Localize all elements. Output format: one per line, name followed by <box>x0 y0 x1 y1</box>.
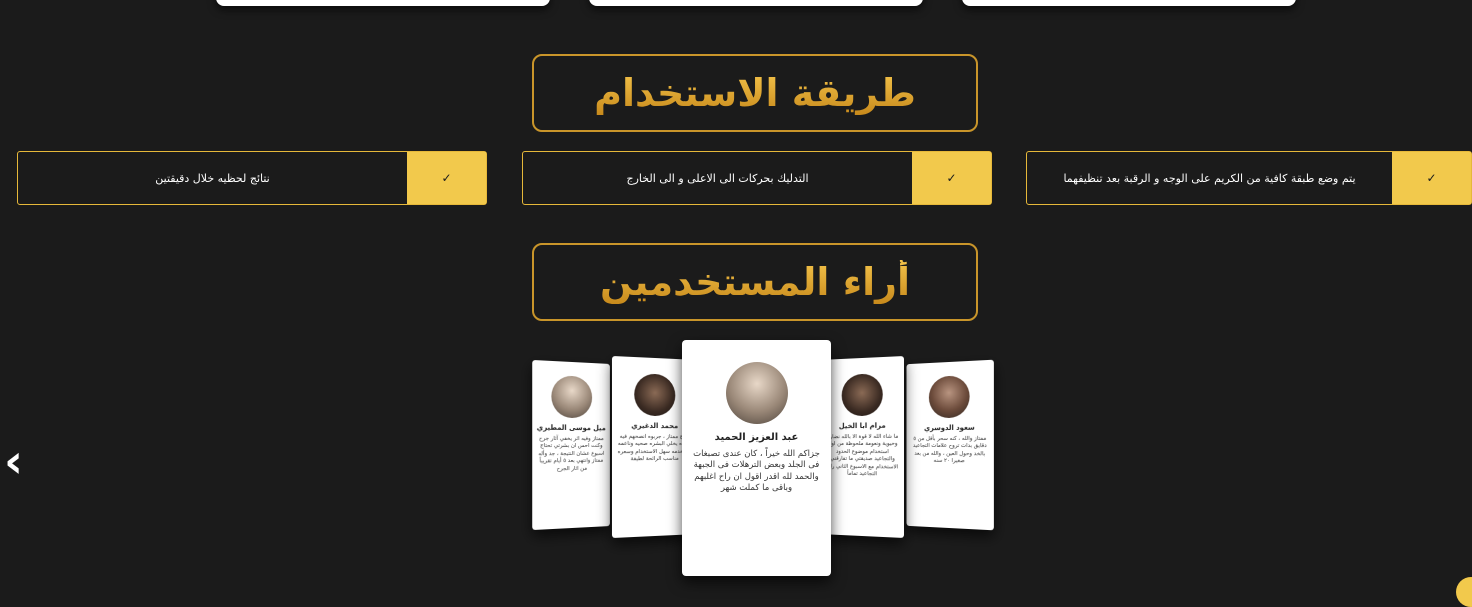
previous-section-card <box>216 0 550 6</box>
scroll-top-button[interactable] <box>1456 577 1472 607</box>
avatar <box>928 375 970 419</box>
review-card-active[interactable]: عبد العزيز الحميد جزاكم الله خيراً ، كان… <box>682 340 831 576</box>
avatar <box>551 375 593 419</box>
usage-step: التدليك بحركات الى الاعلى و الى الخارج ✓ <box>522 151 992 205</box>
check-icon: ✓ <box>407 152 486 204</box>
review-name: محمد الدغيري <box>631 421 679 431</box>
avatar <box>634 373 676 417</box>
avatar <box>841 373 883 417</box>
usage-step: نتائج لحظيه خلال دقيقتين ✓ <box>17 151 487 205</box>
previous-section-card <box>962 0 1296 6</box>
step-text: نتائج لحظيه خلال دقيقتين <box>155 171 270 185</box>
step-text: التدليك بحركات الى الاعلى و الى الخارج <box>626 171 809 185</box>
usage-section-title: طريقة الاستخدام <box>532 54 978 132</box>
check-icon: ✓ <box>912 152 991 204</box>
review-card[interactable]: ميل موسى المطيري ممتاز وفيه اثر يخفي آثا… <box>532 359 610 531</box>
reviews-section-title: أراء المستخدمين <box>532 243 978 321</box>
review-text: منتج ممتاز ، جربوه انصحهم فيه بشده يخلي … <box>617 433 692 463</box>
avatar <box>725 362 788 424</box>
step-text: يتم وضع طبقة كافية من الكريم على الوجه و… <box>1063 171 1356 185</box>
previous-section-card <box>589 0 923 6</box>
review-card[interactable]: مرام ابا الخيل ما شاء الله لا قوة الا با… <box>821 356 904 538</box>
usage-step: يتم وضع طبقة كافية من الكريم على الوجه و… <box>1026 151 1472 205</box>
review-text: ممتاز وفيه اثر يخفي آثار جرح وكنت احس ان… <box>538 435 605 472</box>
review-card[interactable]: سعود الدوسري ممتاز والله ، كنه سحر بأقل … <box>906 359 994 531</box>
review-name: عبد العزيز الحميد <box>714 432 799 443</box>
review-text: ممتاز والله ، كنه سحر بأقل من ٥ دقايق بد… <box>912 435 987 465</box>
check-icon: ✓ <box>1392 152 1471 204</box>
review-name: مرام ابا الخيل <box>838 421 886 431</box>
review-text: ما شاء الله لا قوة الا بالله نضارة وحيوي… <box>826 433 899 478</box>
review-name: سعود الدوسري <box>924 423 975 433</box>
review-name: ميل موسى المطيري <box>536 423 606 433</box>
review-text: جزاكم الله خيراً ، كان عندى تصبغات فى ال… <box>693 449 820 494</box>
chevron-left-icon[interactable]: ‹ <box>4 438 23 484</box>
reviews-title-text: أراء المستخدمين <box>599 260 911 304</box>
usage-title-text: طريقة الاستخدام <box>594 71 916 115</box>
